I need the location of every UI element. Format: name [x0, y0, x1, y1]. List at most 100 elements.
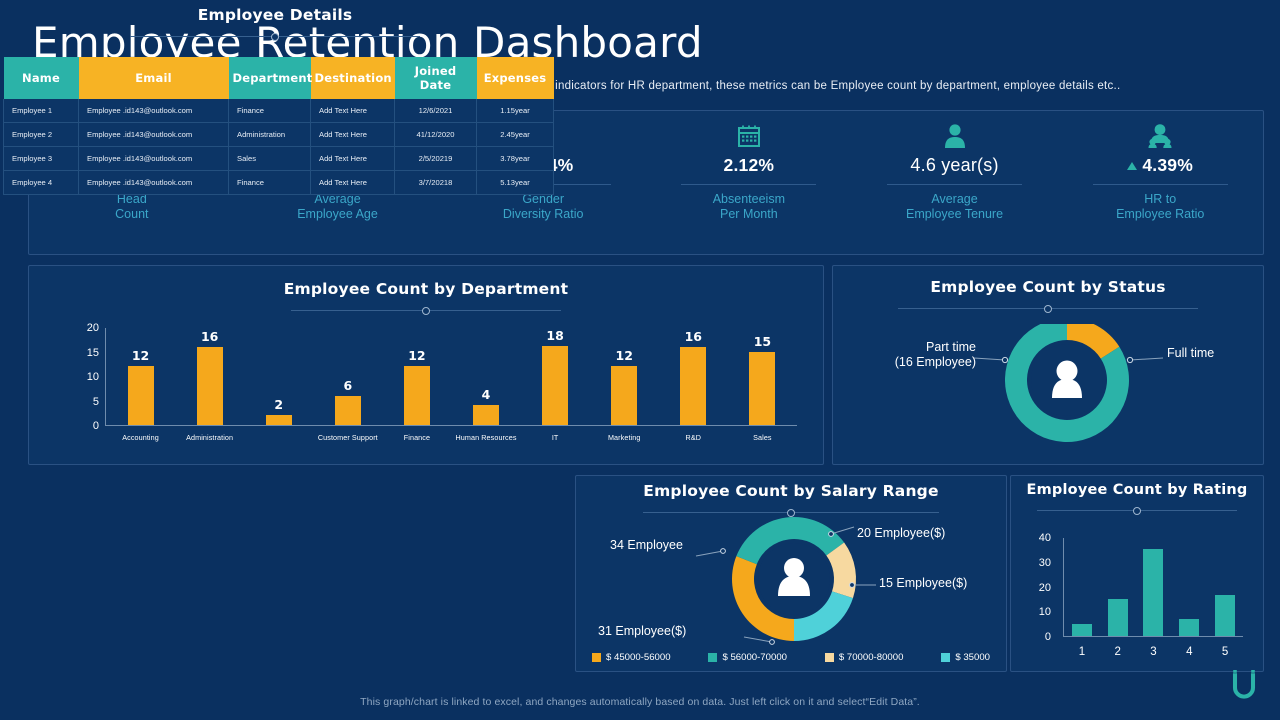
kpi-value-text: 2.12%: [723, 155, 775, 175]
y-tick-label: 5: [92, 395, 99, 408]
column-header[interactable]: Department: [228, 57, 312, 99]
kpi-label: Average Employee Age: [297, 192, 378, 222]
table-row[interactable]: Employee 3 Employee .id143@outlook.com Sal…: [3, 146, 554, 171]
salary-chart-title: Employee Count by Salary Range: [643, 482, 939, 500]
bar-value-label: 6: [343, 377, 353, 393]
employee-details-table[interactable]: Name Email Department Destination Joined Dat…: [3, 57, 554, 195]
bar: [265, 415, 292, 425]
table-row[interactable]: Employee 1 Employee .id143@outlook.com Fin…: [3, 99, 554, 123]
legend-swatch: [592, 653, 601, 662]
table-cell: Administration: [228, 122, 311, 147]
bar-value-label: 16: [684, 328, 702, 344]
bar: [1143, 549, 1164, 636]
kpi-value: 2.12%: [724, 155, 775, 176]
x-tick-label: 2: [1114, 646, 1121, 658]
bar-column: 12: [382, 328, 451, 425]
table-cell: Employee .id143@outlook.com: [78, 170, 229, 195]
rating-chart-card: Employee Count by Rating 0 10 20 30 40 1 2 3 4 5: [1010, 475, 1264, 672]
x-tick-label: Administration: [186, 433, 234, 442]
table-cell: Add Text Here: [310, 170, 395, 195]
bar: [1179, 618, 1200, 636]
trend-up-icon: [1127, 161, 1138, 170]
table-row[interactable]: Employee 2 Employee .id143@outlook.com Adm…: [3, 122, 554, 147]
x-tick-label: Human Resources: [455, 433, 517, 442]
kpi-card-4: 2.12% Absenteeism Per Month: [646, 111, 852, 254]
kpi-value: 4.6 year(s): [910, 155, 998, 176]
title-divider: [898, 303, 1198, 314]
kpi-label: HR to Employee Ratio: [1116, 192, 1205, 222]
status-chart-card: Employee Count by Status Part time (16 E…: [832, 265, 1264, 465]
legend-label: $ 45000-56000: [606, 652, 671, 663]
kpi-divider: [681, 184, 817, 185]
table-cell: Finance: [228, 170, 311, 195]
legend-swatch: [941, 653, 951, 662]
rating-plot: 0 10 20 30 40 1 2 3 4 5: [1039, 532, 1243, 658]
salary-chart-card: Employee Count by Salary Range 20 Employ…: [575, 475, 1007, 672]
bar-column: 2: [244, 328, 313, 425]
kpi-divider: [1092, 184, 1228, 185]
bar-column: 16: [659, 328, 728, 425]
legend-item: $ 45000-56000: [592, 652, 671, 663]
y-tick-label: 0: [1044, 631, 1051, 643]
salary-callout-top-right: 20 Employee($): [857, 526, 946, 540]
table-cell: Employee 4: [3, 170, 79, 195]
legend-label: $ 56000-70000: [722, 652, 787, 663]
department-x-labels: Accounting Administration Customer Support…: [106, 433, 797, 442]
x-tick-label: Sales: [753, 433, 772, 442]
column-header[interactable]: Email: [78, 57, 229, 99]
y-tick-label: 40: [1038, 532, 1051, 544]
legend-label: $ 70000-80000: [838, 652, 904, 663]
column-header[interactable]: Destination: [310, 57, 395, 99]
column-header[interactable]: Expenses: [476, 57, 554, 99]
salary-callout-right: 15 Employee($): [879, 576, 968, 590]
x-tick-label: Marketing: [607, 433, 641, 442]
x-tick-label: 1: [1078, 646, 1086, 658]
table-cell: Employee .id143@outlook.com: [78, 122, 229, 147]
bar: [542, 346, 569, 425]
table-cell: Sales: [228, 146, 311, 171]
table-cell: Employee 1: [3, 99, 79, 123]
column-header[interactable]: Joined Date: [394, 57, 477, 99]
table-cell: Employee 2: [3, 122, 79, 147]
kpi-label: Average Employee Tenure: [905, 192, 1004, 222]
bar-column: 4: [451, 328, 520, 425]
status-part-time-label: Part time (16 Employee): [894, 340, 976, 369]
salary-legend: $ 45000-56000 $ 56000-70000 $ 70000-80000 $…: [586, 652, 996, 663]
bar-column: 16: [175, 328, 244, 425]
table-cell: Employee 3: [3, 146, 79, 171]
legend-swatch: [708, 653, 718, 662]
kpi-label: Head Count: [115, 192, 149, 222]
kpi-value-text: 4.6 year(s): [910, 155, 999, 175]
x-axis-line: [1063, 636, 1243, 637]
table-cell: Employee .id143@outlook.com: [78, 99, 229, 123]
bar-column: 12: [106, 328, 175, 425]
column-header[interactable]: Name: [3, 57, 79, 99]
bar-column: 6: [313, 328, 382, 425]
table-row[interactable]: Employee 4 Employee .id143@outlook.com Fin…: [3, 170, 554, 195]
kpi-value-text: 4.39%: [1142, 155, 1193, 175]
table-cell: Add Text Here: [310, 99, 395, 123]
department-chart-title: Employee Count by Department: [283, 280, 569, 298]
bar-column: 12: [590, 328, 659, 425]
x-tick-label: Accounting: [122, 433, 159, 442]
status-donut-wrap: Part time (16 Employee) Full time: [833, 324, 1263, 464]
bar-column: [1207, 538, 1243, 636]
department-bars: 12 16 2 6 12 4 18 12 16 15: [106, 328, 797, 425]
bar-value-label: 18: [546, 328, 564, 343]
x-tick-label: 3: [1150, 646, 1157, 658]
department-plot: 0 5 10 15 20 12 16 2 6 12 4 18 12 16 15 Accounting Adm…: [75, 322, 797, 442]
legend-item: $ 56000-70000: [708, 652, 787, 663]
y-tick-label: 30: [1038, 556, 1051, 569]
table-cell: 1.15year: [476, 99, 554, 123]
bar-value-label: 4: [481, 387, 491, 403]
bar: [611, 366, 638, 425]
bar-column: 18: [521, 328, 590, 425]
table-cell: 41/12/2020: [394, 122, 477, 147]
y-tick-label: 0: [92, 420, 99, 432]
bar-value-label: 12: [408, 348, 426, 364]
legend-swatch: [824, 653, 834, 662]
x-axis-line: [105, 425, 797, 426]
table-cell: 5.13year: [476, 170, 554, 195]
bar-column: [1064, 538, 1100, 636]
dashboard-slide: Employee Retention Dashboard The followi…: [0, 0, 1280, 720]
